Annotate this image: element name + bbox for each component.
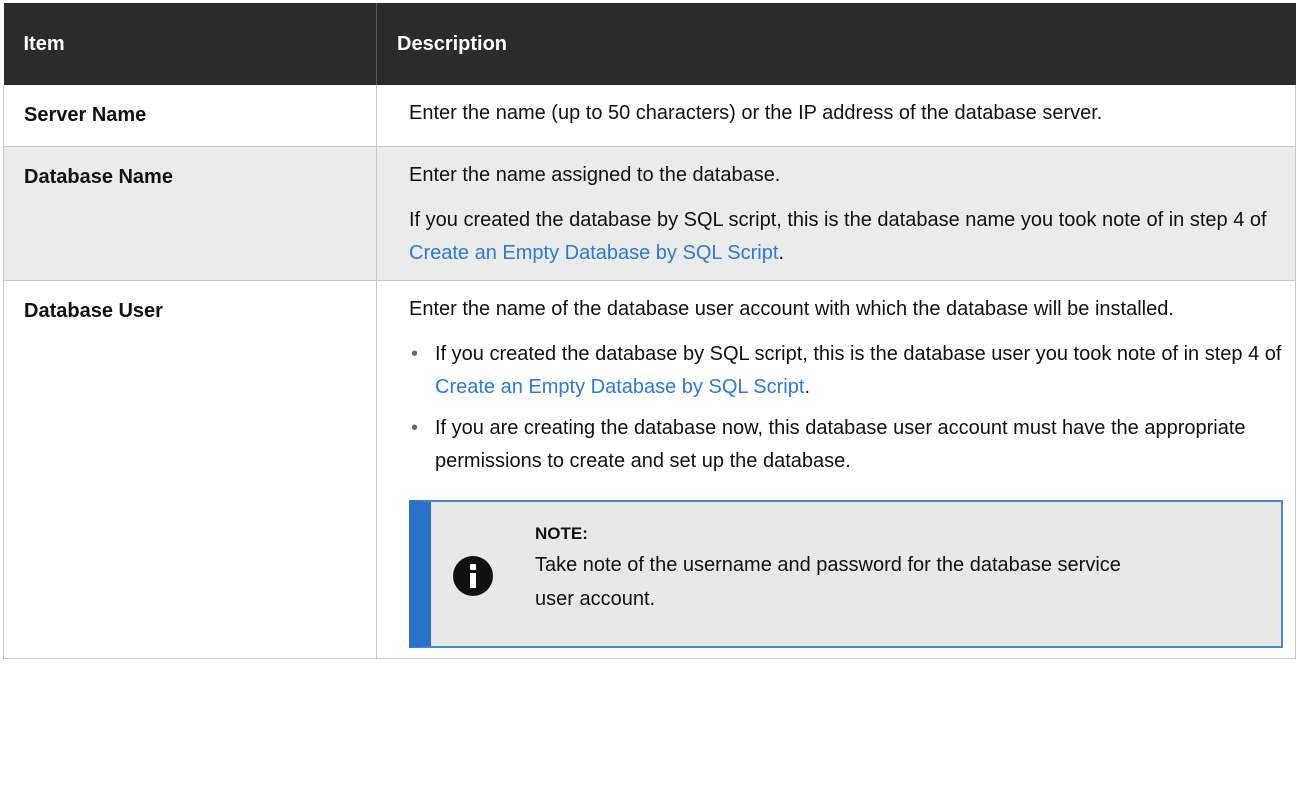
description-text: Enter the name (up to 50 characters) or …: [409, 102, 1103, 124]
create-empty-database-link[interactable]: Create an Empty Database by SQL Script: [409, 242, 778, 264]
item-database-user: Database User: [3, 280, 377, 659]
description-database-user: Enter the name of the database user acco…: [376, 280, 1296, 659]
description-server-name: Enter the name (up to 50 characters) or …: [376, 85, 1296, 147]
info-icon: [453, 556, 493, 596]
table-header: Item Description: [3, 3, 1296, 85]
note-callout: NOTE: Take note of the username and pass…: [409, 500, 1283, 648]
bullet-list: • If you created the database by SQL scri…: [409, 338, 1285, 478]
description-text: Enter the name of the database user acco…: [409, 298, 1174, 320]
list-item-text: .: [804, 376, 810, 398]
item-server-name: Server Name: [3, 85, 377, 147]
list-item-text: If you are creating the database now, th…: [435, 417, 1246, 472]
description-text: If you created the database by SQL scrip…: [409, 204, 1285, 270]
settings-table: Item Description Server Name Enter the n…: [3, 3, 1296, 659]
table-row-database-user: Database User Enter the name of the data…: [3, 280, 1296, 659]
list-item-text: If you created the database by SQL scrip…: [435, 343, 1282, 365]
item-database-name: Database Name: [3, 146, 377, 281]
bullet-icon: •: [411, 417, 419, 439]
create-empty-database-link[interactable]: Create an Empty Database by SQL Script: [435, 376, 804, 398]
list-item: • If you created the database by SQL scri…: [409, 338, 1285, 404]
description-database-name: Enter the name assigned to the database.…: [376, 146, 1296, 281]
description-text-part: .: [778, 242, 784, 264]
description-text: Enter the name assigned to the database.: [409, 164, 781, 186]
table-row-database-name: Database Name Enter the name assigned to…: [3, 146, 1296, 281]
note-title: NOTE:: [535, 524, 588, 543]
table-row-server-name: Server Name Enter the name (up to 50 cha…: [3, 85, 1296, 147]
bullet-icon: •: [411, 343, 419, 365]
list-item: • If you are creating the database now, t…: [409, 412, 1285, 478]
note-text: Take note of the username and password f…: [535, 554, 1121, 610]
header-item: Item: [3, 3, 377, 85]
description-text-part: If you created the database by SQL scrip…: [409, 209, 1267, 231]
header-description: Description: [376, 3, 1296, 85]
